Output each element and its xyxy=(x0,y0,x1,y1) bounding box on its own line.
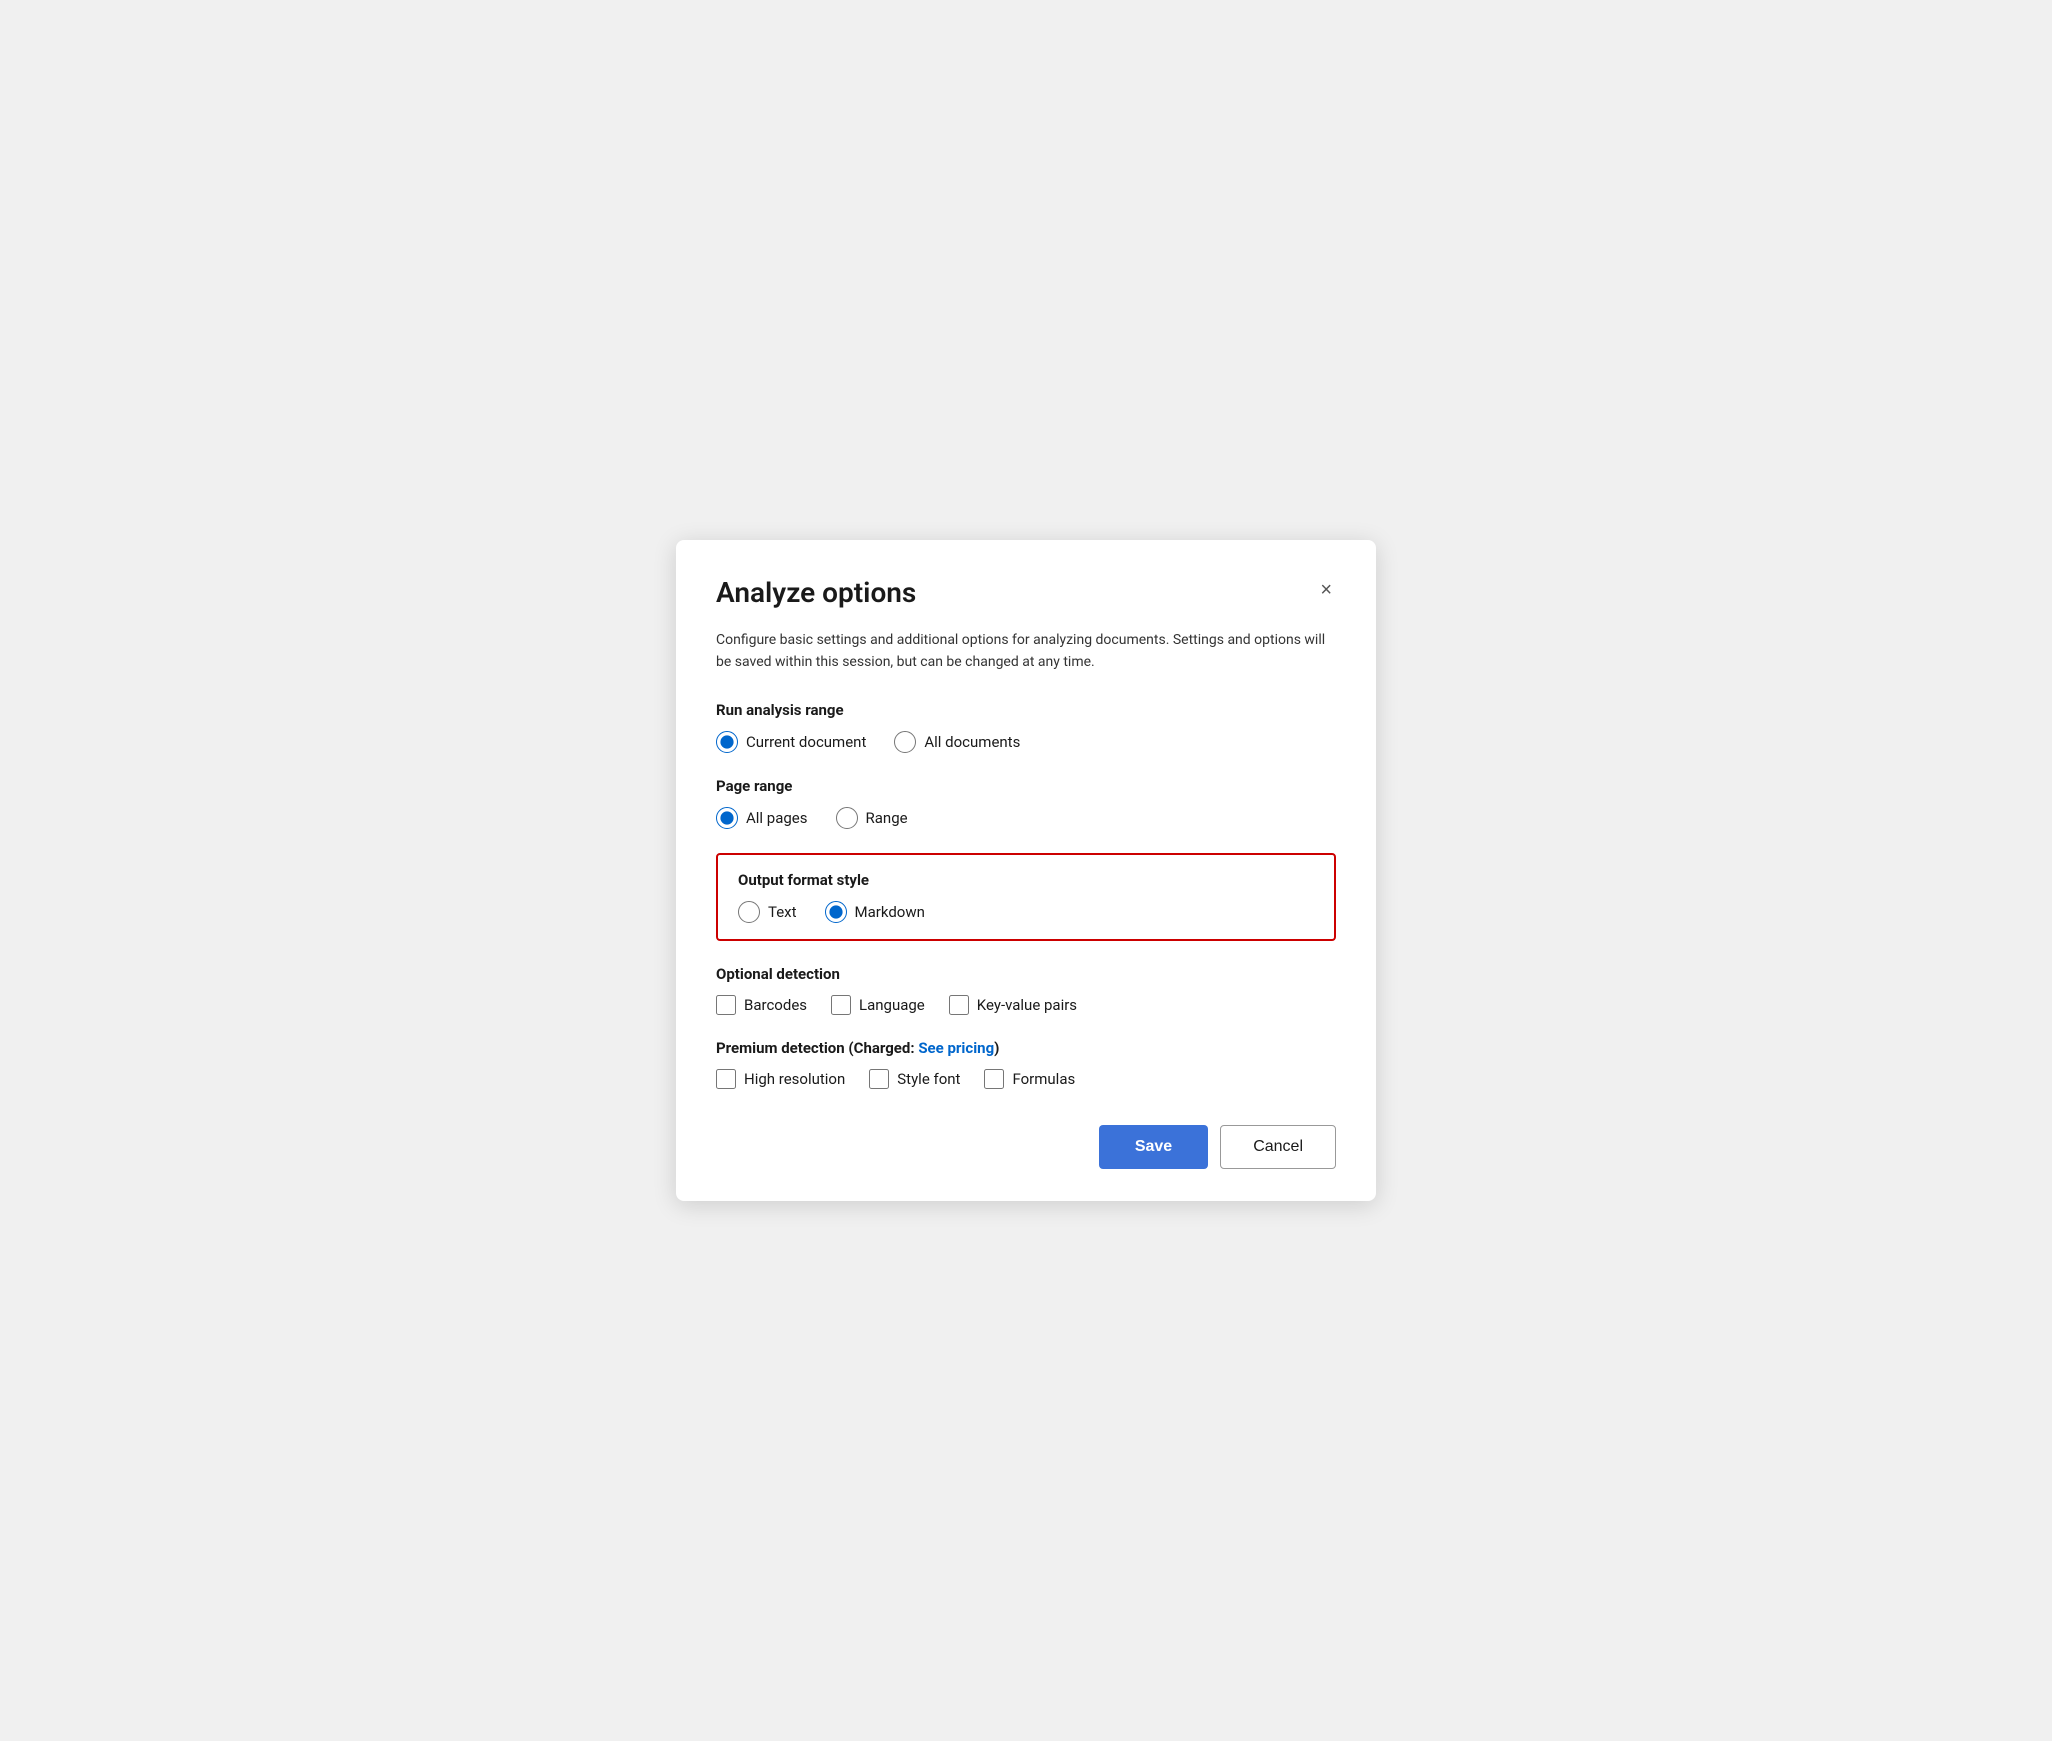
text-label: Text xyxy=(768,903,797,921)
page-range-radio-group: All pages Range xyxy=(716,807,1336,829)
text-radio[interactable] xyxy=(738,901,760,923)
key-value-pairs-option[interactable]: Key-value pairs xyxy=(949,995,1077,1015)
range-option[interactable]: Range xyxy=(836,807,908,829)
all-pages-option[interactable]: All pages xyxy=(716,807,808,829)
premium-detection-section: Premium detection (Charged: See pricing)… xyxy=(716,1039,1336,1089)
range-label: Range xyxy=(866,809,908,827)
all-documents-option[interactable]: All documents xyxy=(894,731,1020,753)
style-font-option[interactable]: Style font xyxy=(869,1069,960,1089)
cancel-button[interactable]: Cancel xyxy=(1220,1125,1336,1169)
save-button[interactable]: Save xyxy=(1099,1125,1208,1169)
premium-detection-title: Premium detection (Charged: See pricing) xyxy=(716,1039,1336,1057)
language-option[interactable]: Language xyxy=(831,995,925,1015)
barcodes-option[interactable]: Barcodes xyxy=(716,995,807,1015)
dialog-footer: Save Cancel xyxy=(716,1125,1336,1169)
run-analysis-section: Run analysis range Current document All … xyxy=(716,701,1336,753)
output-format-section: Output format style Text Markdown xyxy=(716,853,1336,941)
premium-detection-checkbox-group: High resolution Style font Formulas xyxy=(716,1069,1336,1089)
optional-detection-title: Optional detection xyxy=(716,965,1336,983)
language-label: Language xyxy=(859,996,925,1014)
run-analysis-title: Run analysis range xyxy=(716,701,1336,719)
see-pricing-link[interactable]: See pricing xyxy=(918,1039,994,1057)
dialog-title: Analyze options xyxy=(716,576,916,609)
formulas-option[interactable]: Formulas xyxy=(984,1069,1075,1089)
premium-title-suffix: ) xyxy=(994,1039,999,1057)
all-documents-radio[interactable] xyxy=(894,731,916,753)
language-checkbox[interactable] xyxy=(831,995,851,1015)
dialog-description: Configure basic settings and additional … xyxy=(716,629,1336,674)
premium-title-prefix: Premium detection (Charged: xyxy=(716,1039,918,1057)
style-font-checkbox[interactable] xyxy=(869,1069,889,1089)
close-button[interactable]: × xyxy=(1316,576,1336,604)
formulas-label: Formulas xyxy=(1012,1070,1075,1088)
markdown-option[interactable]: Markdown xyxy=(825,901,925,923)
range-radio[interactable] xyxy=(836,807,858,829)
optional-detection-section: Optional detection Barcodes Language Key… xyxy=(716,965,1336,1015)
run-analysis-radio-group: Current document All documents xyxy=(716,731,1336,753)
high-resolution-checkbox[interactable] xyxy=(716,1069,736,1089)
current-document-label: Current document xyxy=(746,733,866,751)
output-format-title: Output format style xyxy=(738,871,1314,889)
markdown-label: Markdown xyxy=(855,903,925,921)
barcodes-checkbox[interactable] xyxy=(716,995,736,1015)
all-pages-radio[interactable] xyxy=(716,807,738,829)
style-font-label: Style font xyxy=(897,1070,960,1088)
text-option[interactable]: Text xyxy=(738,901,797,923)
all-pages-label: All pages xyxy=(746,809,808,827)
barcodes-label: Barcodes xyxy=(744,996,807,1014)
page-range-title: Page range xyxy=(716,777,1336,795)
page-range-section: Page range All pages Range xyxy=(716,777,1336,829)
all-documents-label: All documents xyxy=(924,733,1020,751)
high-resolution-label: High resolution xyxy=(744,1070,845,1088)
analyze-options-dialog: Analyze options × Configure basic settin… xyxy=(676,540,1376,1202)
key-value-pairs-label: Key-value pairs xyxy=(977,996,1077,1014)
current-document-radio[interactable] xyxy=(716,731,738,753)
current-document-option[interactable]: Current document xyxy=(716,731,866,753)
formulas-checkbox[interactable] xyxy=(984,1069,1004,1089)
output-format-radio-group: Text Markdown xyxy=(738,901,1314,923)
high-resolution-option[interactable]: High resolution xyxy=(716,1069,845,1089)
dialog-header: Analyze options × xyxy=(716,576,1336,609)
markdown-radio[interactable] xyxy=(825,901,847,923)
key-value-pairs-checkbox[interactable] xyxy=(949,995,969,1015)
optional-detection-checkbox-group: Barcodes Language Key-value pairs xyxy=(716,995,1336,1015)
